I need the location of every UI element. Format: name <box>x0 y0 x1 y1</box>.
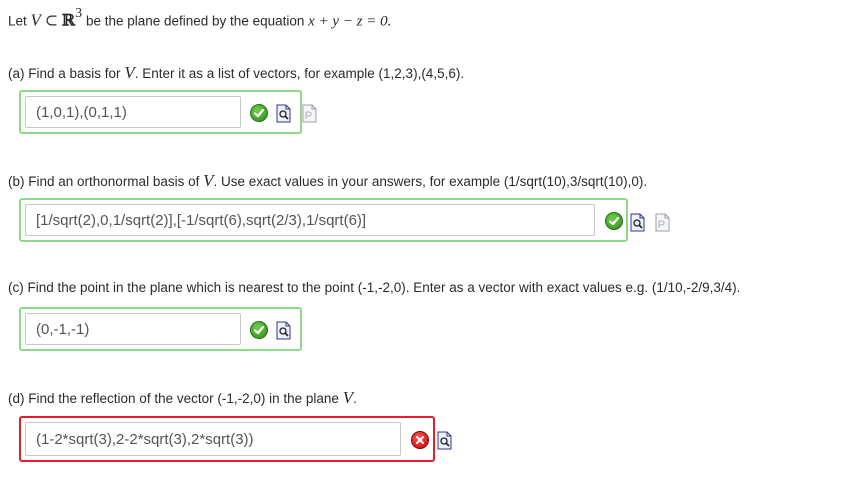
answer-c-input[interactable]: (0,-1,-1) <box>25 313 241 345</box>
question-d-prefix: (d) Find the reflection of the vector (-… <box>8 391 339 406</box>
correct-check-icon <box>250 321 268 339</box>
intro-suffix: be the plane defined by the equation <box>85 13 305 29</box>
pdf-icon[interactable] <box>655 213 670 232</box>
correct-check-icon <box>605 212 623 230</box>
question-b: (b) Find an orthonormal basis of V. Use … <box>8 171 647 191</box>
question-d-var: V <box>342 388 354 407</box>
question-b-prefix: (b) Find an orthonormal basis of <box>8 174 200 189</box>
preview-icon[interactable] <box>437 431 452 450</box>
correct-check-icon <box>250 104 268 122</box>
intro-subset: ⊂ <box>44 10 59 30</box>
question-a: (a) Find a basis for V. Enter it as a li… <box>8 63 464 83</box>
preview-icon[interactable] <box>276 104 291 123</box>
question-a-suffix: . Enter it as a list of vectors, for exa… <box>134 66 465 81</box>
intro-space: ℝ <box>61 10 76 30</box>
question-c: (c) Find the point in the plane which is… <box>8 280 740 295</box>
incorrect-x-icon <box>411 431 429 449</box>
answer-b-input[interactable]: [1/sqrt(2),0,1/sqrt(2)],[-1/sqrt(6),sqrt… <box>25 204 595 236</box>
question-d: (d) Find the reflection of the vector (-… <box>8 388 357 408</box>
question-b-suffix: . Use exact values in your answers, for … <box>213 174 648 189</box>
question-b-var: V <box>203 171 214 190</box>
question-d-suffix: . <box>353 391 357 406</box>
pdf-icon[interactable] <box>302 104 317 123</box>
intro-exp: 3 <box>75 6 83 21</box>
answer-b-container: [1/sqrt(2),0,1/sqrt(2)],[-1/sqrt(6),sqrt… <box>19 198 628 242</box>
answer-c-container: (0,-1,-1) <box>19 307 302 351</box>
answer-d-container: (1-2*sqrt(3),2-2*sqrt(3),2*sqrt(3)) <box>19 416 435 462</box>
answer-d-input[interactable]: (1-2*sqrt(3),2-2*sqrt(3),2*sqrt(3)) <box>25 422 401 456</box>
intro-var: V <box>30 10 41 30</box>
question-a-prefix: (a) Find a basis for <box>8 66 121 81</box>
preview-icon[interactable] <box>276 321 291 340</box>
question-c-text: (c) Find the point in the plane which is… <box>8 280 741 295</box>
intro-equation: x + y − z = 0. <box>308 13 392 30</box>
answer-a-input[interactable]: (1,0,1),(0,1,1) <box>25 96 241 128</box>
answer-a-container: (1,0,1),(0,1,1) <box>19 90 302 134</box>
intro-prefix: Let <box>8 13 27 29</box>
problem-statement: Let V ⊂ ℝ3 be the plane defined by the e… <box>8 6 392 31</box>
preview-icon[interactable] <box>630 213 645 232</box>
question-a-var: V <box>124 63 135 82</box>
